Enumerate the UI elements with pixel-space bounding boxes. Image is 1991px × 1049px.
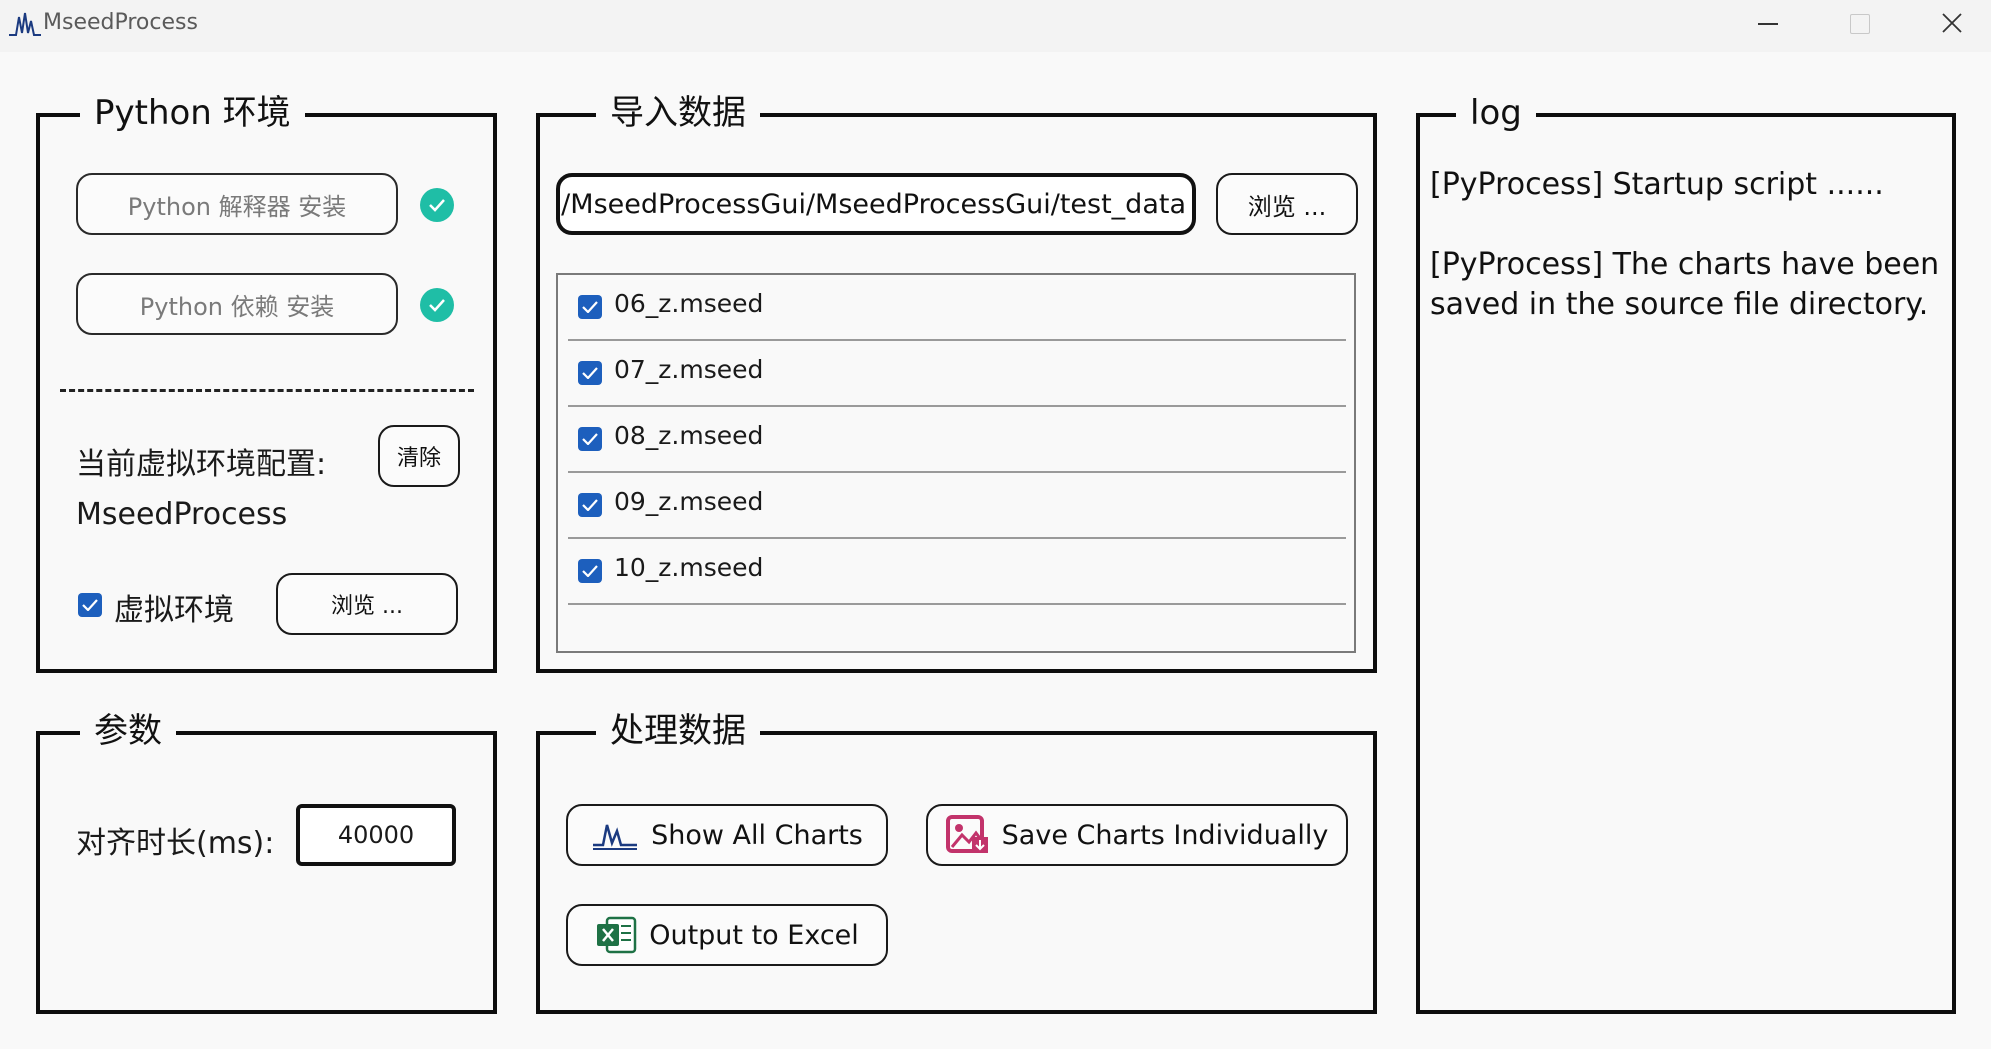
file-name: 10_z.mseed bbox=[614, 553, 764, 582]
file-list-item[interactable]: 10_z.mseed bbox=[568, 539, 1346, 605]
file-checkbox[interactable] bbox=[578, 361, 602, 385]
show-all-charts-button[interactable]: Show All Charts bbox=[566, 804, 888, 866]
save-charts-button[interactable]: Save Charts Individually bbox=[926, 804, 1348, 866]
log-output[interactable]: [PyProcess] Startup script ...... [PyPro… bbox=[1430, 165, 1940, 365]
path-input-value: /Users/MseedProcessGui/MseedProcessGui/t… bbox=[560, 188, 1186, 220]
output-excel-label: Output to Excel bbox=[649, 919, 859, 951]
file-name: 07_z.mseed bbox=[614, 355, 764, 384]
file-list[interactable]: 06_z.mseed 07_z.mseed 08_z.mseed 09_z.ms… bbox=[556, 273, 1356, 653]
align-duration-value: 40000 bbox=[337, 821, 415, 849]
title-bar: MseedProcess bbox=[0, 0, 1991, 52]
import-data-group: 导入数据 /Users/MseedProcessGui/MseedProcess… bbox=[536, 89, 1377, 673]
file-list-item[interactable]: 09_z.mseed bbox=[568, 473, 1346, 539]
python-env-group: Python 环境 Python 解释器 安装 Python 依赖 安装 当前虚… bbox=[36, 89, 497, 673]
deps-ok-icon bbox=[420, 288, 454, 322]
window-title: MseedProcess bbox=[43, 10, 198, 35]
path-input[interactable]: /Users/MseedProcessGui/MseedProcessGui/t… bbox=[556, 173, 1196, 235]
show-all-charts-label: Show All Charts bbox=[651, 819, 863, 851]
log-line: [PyProcess] Startup script ...... bbox=[1430, 167, 1884, 202]
python-env-title: Python 环境 bbox=[80, 89, 305, 137]
align-duration-input[interactable]: 40000 bbox=[296, 804, 456, 866]
waveform-icon bbox=[593, 824, 638, 850]
current-venv-value: MseedProcess bbox=[76, 497, 288, 532]
file-name: 08_z.mseed bbox=[614, 421, 764, 450]
file-name: 09_z.mseed bbox=[614, 487, 764, 516]
save-charts-label: Save Charts Individually bbox=[1001, 819, 1329, 851]
import-data-title: 导入数据 bbox=[596, 89, 760, 137]
process-data-title: 处理数据 bbox=[596, 707, 760, 755]
params-group: 参数 对齐时长(ms): 40000 bbox=[36, 707, 497, 1014]
interpreter-ok-icon bbox=[420, 188, 454, 222]
clear-venv-button[interactable]: 清除 bbox=[378, 425, 460, 487]
excel-icon bbox=[597, 916, 637, 954]
browse-data-button[interactable]: 浏览 ... bbox=[1216, 173, 1358, 235]
waveform-icon bbox=[9, 12, 41, 36]
file-name: 06_z.mseed bbox=[614, 289, 764, 318]
params-title: 参数 bbox=[80, 707, 176, 755]
file-list-item[interactable]: 07_z.mseed bbox=[568, 341, 1346, 407]
align-duration-label: 对齐时长(ms): bbox=[76, 826, 275, 861]
file-checkbox[interactable] bbox=[578, 427, 602, 451]
save-image-icon bbox=[945, 815, 988, 853]
browse-venv-button[interactable]: 浏览 ... bbox=[276, 573, 458, 635]
install-interpreter-button[interactable]: Python 解释器 安装 bbox=[76, 173, 398, 235]
section-divider bbox=[60, 389, 474, 392]
file-checkbox[interactable] bbox=[578, 493, 602, 517]
install-deps-button[interactable]: Python 依赖 安装 bbox=[76, 273, 398, 335]
close-button[interactable] bbox=[1905, 0, 1991, 48]
close-icon bbox=[1942, 13, 1962, 33]
minimize-button[interactable] bbox=[1720, 0, 1810, 48]
log-title: log bbox=[1456, 89, 1536, 137]
current-venv-label: 当前虚拟环境配置: bbox=[76, 447, 327, 482]
log-line: [PyProcess] The charts have been saved i… bbox=[1430, 247, 1940, 322]
log-group: log [PyProcess] Startup script ...... [P… bbox=[1416, 89, 1956, 1014]
file-checkbox[interactable] bbox=[578, 295, 602, 319]
file-list-item[interactable]: 06_z.mseed bbox=[568, 275, 1346, 341]
venv-checkbox[interactable] bbox=[78, 593, 102, 617]
output-excel-button[interactable]: Output to Excel bbox=[566, 904, 888, 966]
process-data-group: 处理数据 Show All Charts Save Charts Individ… bbox=[536, 707, 1377, 1014]
venv-checkbox-label: 虚拟环境 bbox=[114, 593, 234, 628]
file-checkbox[interactable] bbox=[578, 559, 602, 583]
maximize-button[interactable] bbox=[1812, 0, 1902, 48]
file-list-item[interactable]: 08_z.mseed bbox=[568, 407, 1346, 473]
